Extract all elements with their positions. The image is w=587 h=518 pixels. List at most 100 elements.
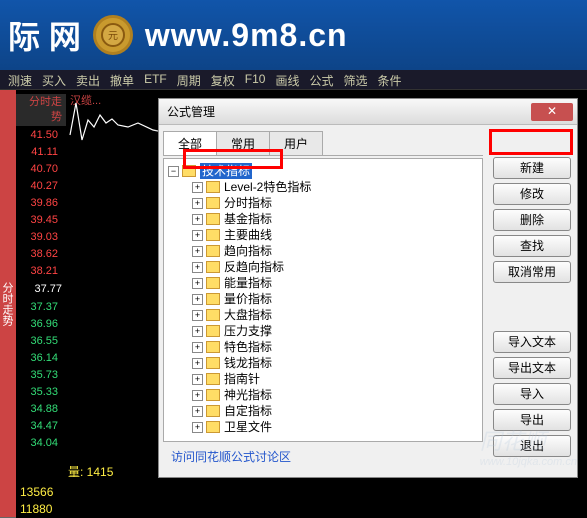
folder-icon (206, 229, 220, 241)
menu-item[interactable]: F10 (245, 72, 266, 87)
price-value: 34.88 (20, 401, 62, 418)
axis-number: 11880 (20, 501, 53, 518)
axis-number: 13566 (20, 484, 53, 501)
tree-item[interactable]: +特色指标 (190, 339, 480, 355)
tree-item[interactable]: +主要曲线 (190, 227, 480, 243)
tree-root-label[interactable]: 技术指标 (200, 163, 252, 179)
menubar: 测速买入卖出撤单 ETF 周期复权 F10 画线公式筛选条件 (0, 70, 587, 90)
unfavorite-button[interactable]: 取消常用 (493, 261, 571, 283)
expand-icon[interactable]: + (192, 294, 203, 305)
dialog-titlebar: 公式管理 ✕ (159, 99, 577, 125)
dialog-tab[interactable]: 全部 (163, 131, 217, 155)
price-value: 41.50 (20, 127, 62, 144)
tree-item-label: 趋向指标 (224, 243, 272, 259)
price-value: 35.33 (20, 384, 62, 401)
folder-icon (206, 277, 220, 289)
expand-icon[interactable]: + (192, 358, 203, 369)
tree-root[interactable]: − 技术指标 (166, 163, 480, 179)
expand-icon[interactable]: + (192, 390, 203, 401)
tree-item[interactable]: + 反趋向指标 (190, 259, 480, 275)
price-value: 36.55 (20, 333, 62, 350)
folder-icon (206, 213, 220, 225)
tree-item[interactable]: + 趋向指标 (190, 243, 480, 259)
price-value: 37.37 (20, 299, 62, 316)
expand-icon[interactable]: + (192, 326, 203, 337)
collapse-icon[interactable]: − (168, 166, 179, 177)
expand-icon[interactable]: + (192, 406, 203, 417)
tree-item[interactable]: + 大盘指标 (190, 307, 480, 323)
new-button[interactable]: 新建 (493, 157, 571, 179)
modify-button[interactable]: 修改 (493, 183, 571, 205)
expand-icon[interactable]: + (192, 198, 203, 209)
folder-icon (206, 357, 220, 369)
forum-link[interactable]: 访问同花顺公式讨论区 (163, 442, 483, 471)
menu-item[interactable]: 撤单 (110, 72, 134, 87)
formula-tree[interactable]: − 技术指标 +Level-2特色指标+分时指标+基金指标+主要曲线+趋向指标+… (163, 158, 483, 442)
tree-item-label: 基金指标 (224, 211, 272, 227)
tree-item[interactable]: + 卫星文件 (190, 419, 480, 435)
tree-item[interactable]: + 量价指标 (190, 291, 480, 307)
find-button[interactable]: 查找 (493, 235, 571, 257)
exit-button[interactable]: 退出 (493, 435, 571, 457)
price-line-icon (68, 95, 168, 155)
tree-item[interactable]: +压力支撑 (190, 323, 480, 339)
menu-item[interactable]: 测速 (8, 72, 32, 87)
tree-item[interactable]: + 基金指标 (190, 211, 480, 227)
vertical-tab[interactable]: 分时走势 (0, 90, 16, 518)
dialog-tab[interactable]: 用户 (269, 131, 323, 155)
folder-icon (206, 293, 220, 305)
tree-item[interactable]: +Level-2特色指标 (190, 179, 480, 195)
delete-button[interactable]: 删除 (493, 209, 571, 231)
tree-item[interactable]: +指南针 (190, 371, 480, 387)
tree-item[interactable]: +能量指标 (190, 275, 480, 291)
menu-item[interactable]: 买入 (42, 72, 66, 87)
dialog-tab[interactable]: 常用 (216, 131, 270, 155)
menu-item[interactable]: 卖出 (76, 72, 100, 87)
tree-item[interactable]: + 分时指标 (190, 195, 480, 211)
menu-item[interactable]: ETF (144, 72, 167, 87)
site-url: www.9m8.cn (145, 17, 348, 54)
menu-item[interactable]: 公式 (309, 72, 333, 87)
menu-item[interactable]: 周期 (177, 72, 201, 87)
close-icon[interactable]: ✕ (531, 103, 573, 121)
menu-item[interactable]: 画线 (275, 72, 299, 87)
tree-item-label: 反趋向指标 (224, 259, 284, 275)
menu-item[interactable]: 复权 (211, 72, 235, 87)
menu-item[interactable]: 条件 (378, 72, 402, 87)
folder-icon (206, 245, 220, 257)
tree-item[interactable]: + 钱龙指标 (190, 355, 480, 371)
dialog-tabs: 全部常用用户 (163, 131, 483, 156)
site-title: 际 网 (8, 12, 81, 58)
expand-icon[interactable]: + (192, 310, 203, 321)
tree-item-label: 大盘指标 (224, 307, 272, 323)
folder-icon (206, 197, 220, 209)
expand-icon[interactable]: + (192, 214, 203, 225)
tree-item-label: 量价指标 (224, 291, 272, 307)
price-value: 38.21 (20, 263, 62, 280)
tree-item-label: 钱龙指标 (224, 355, 272, 371)
dialog-button-column: 新建 修改 删除 查找 取消常用 导入文本 导出文本 导入 导出 退出 (487, 125, 577, 477)
expand-icon[interactable]: + (192, 246, 203, 257)
site-logo-icon: 元 (93, 15, 133, 55)
folder-icon (206, 389, 220, 401)
expand-icon[interactable]: + (192, 230, 203, 241)
expand-icon[interactable]: + (192, 342, 203, 353)
price-value: 40.70 (20, 161, 62, 178)
expand-icon[interactable]: + (192, 374, 203, 385)
expand-icon[interactable]: + (192, 262, 203, 273)
expand-icon[interactable]: + (192, 422, 203, 433)
expand-icon[interactable]: + (192, 278, 203, 289)
tree-item[interactable]: +自定指标 (190, 403, 480, 419)
export-text-button[interactable]: 导出文本 (493, 357, 571, 379)
tree-item-label: 卫星文件 (224, 419, 272, 435)
export-button[interactable]: 导出 (493, 409, 571, 431)
menu-item[interactable]: 筛选 (343, 72, 367, 87)
import-text-button[interactable]: 导入文本 (493, 331, 571, 353)
volume-label: 量: 1415 (68, 463, 113, 480)
price-value: 36.14 (20, 350, 62, 367)
import-button[interactable]: 导入 (493, 383, 571, 405)
tree-item[interactable]: +神光指标 (190, 387, 480, 403)
tree-item-label: 分时指标 (224, 195, 272, 211)
price-value: 39.86 (20, 195, 62, 212)
expand-icon[interactable]: + (192, 182, 203, 193)
